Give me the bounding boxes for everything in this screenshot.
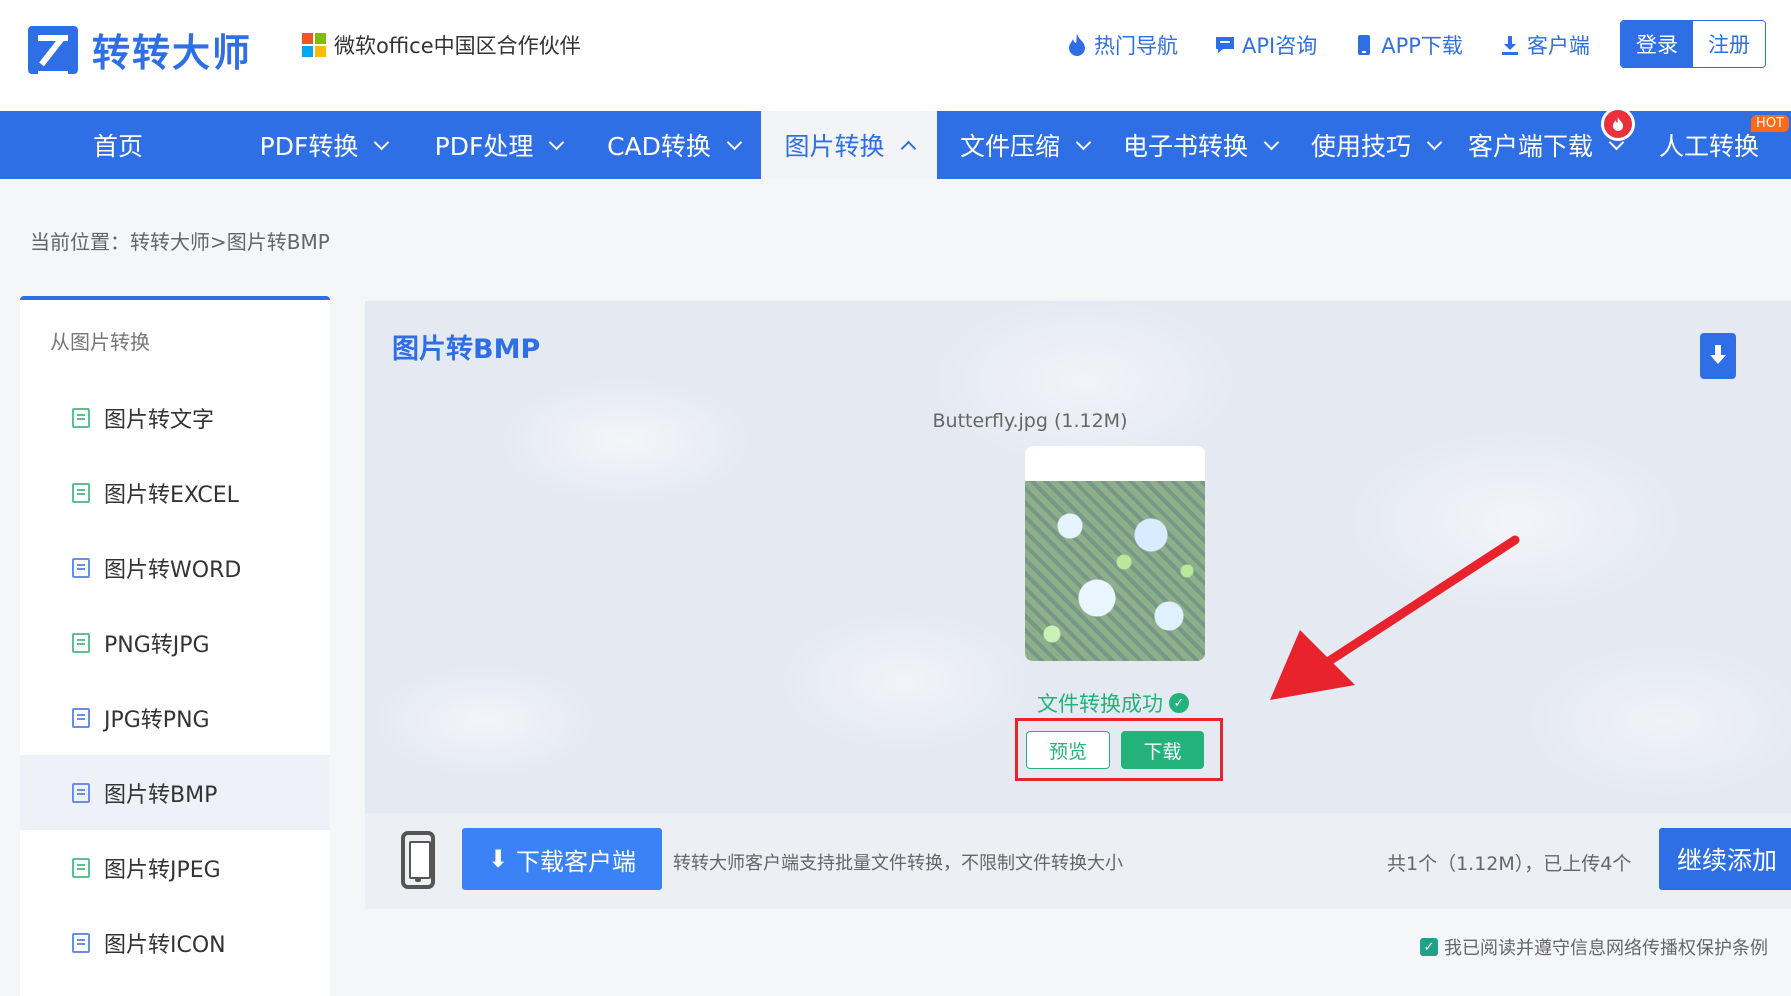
main-nav: 首页 PDF转换 PDF处理 CAD转换 图片转换 文件压缩 电子书转换 使用技…	[0, 107, 1791, 179]
image-file-icon	[72, 782, 90, 803]
sidebar-item-image-to-jpeg[interactable]: 图片转JPEG	[20, 830, 330, 905]
nav-pdf-process[interactable]: PDF处理	[411, 111, 586, 179]
agreement[interactable]: ✓ 我已阅读并遵守信息网络传播权保护条例	[1420, 934, 1768, 960]
nav-cad-convert[interactable]: CAD转换	[586, 111, 761, 179]
nav-ebook-convert[interactable]: 电子书转换	[1112, 111, 1288, 179]
logo-text: 转转大师	[92, 31, 253, 75]
nav-file-compress[interactable]: 文件压缩	[937, 111, 1112, 179]
preview-button[interactable]: 预览	[1026, 731, 1110, 769]
checkbox-checked-icon[interactable]: ✓	[1420, 938, 1438, 956]
chevron-down-icon	[726, 134, 743, 150]
chevron-down-icon	[374, 134, 390, 150]
register-button[interactable]: 注册	[1693, 21, 1765, 67]
word-file-icon	[72, 557, 90, 578]
sidebar-item-image-to-bmp[interactable]: 图片转BMP	[20, 755, 330, 830]
site-logo[interactable]: 转转大师	[28, 22, 252, 77]
mobile-phone-icon	[401, 831, 435, 889]
butterfly-image	[1025, 481, 1205, 661]
nav-manual-convert[interactable]: 人工转换 HOT	[1627, 111, 1791, 179]
chevron-down-icon	[1426, 134, 1443, 150]
download-button[interactable]: 下载	[1121, 731, 1204, 769]
add-more-button[interactable]: 继续添加	[1659, 828, 1791, 890]
logo-mark-icon	[28, 25, 78, 77]
image-file-icon	[72, 632, 90, 653]
top-links: 热门导航 API咨询 APP下载 客户端	[1030, 30, 1590, 60]
partner-text: 微软office中国区合作伙伴	[334, 34, 581, 58]
check-circle-icon: ✓	[1169, 693, 1189, 713]
file-count: 共1个（1.12M），已上传4个	[1387, 853, 1632, 875]
nav-image-convert[interactable]: 图片转换	[761, 111, 937, 179]
breadcrumb: 当前位置：转转大师>图片转BMP	[30, 230, 330, 254]
image-file-icon	[72, 857, 90, 878]
hot-nav-link[interactable]: 热门导航	[1066, 30, 1178, 60]
image-file-icon	[72, 707, 90, 728]
auth-buttons: 登录 注册	[1620, 20, 1766, 68]
nav-client-download[interactable]: 客户端下载	[1463, 107, 1635, 179]
sidebar-heading: 从图片转换	[50, 330, 150, 354]
partner-badge: 微软office中国区合作伙伴	[302, 30, 581, 60]
top-header: 转转大师 微软office中国区合作伙伴 热门导航 API咨询 APP下载 客户…	[0, 0, 1791, 111]
chevron-down-icon	[549, 134, 565, 150]
hot-badge: HOT	[1751, 115, 1789, 132]
chevron-down-icon	[1075, 134, 1092, 150]
conversion-success: 文件转换成功 ✓	[1037, 688, 1189, 718]
download-icon	[1499, 34, 1521, 56]
red-arrow-annotation	[1270, 535, 1520, 700]
download-arrow-icon: ⬇	[487, 845, 509, 873]
nav-tips[interactable]: 使用技巧	[1288, 111, 1463, 179]
api-consult-link[interactable]: API咨询	[1214, 30, 1317, 60]
fire-icon	[1066, 34, 1088, 56]
client-link[interactable]: 客户端	[1499, 30, 1590, 60]
nav-pdf-convert[interactable]: PDF转换	[236, 111, 411, 179]
sidebar-item-png-to-jpg[interactable]: PNG转JPG	[20, 605, 330, 680]
login-button[interactable]: 登录	[1621, 21, 1693, 67]
phone-icon	[1353, 34, 1375, 56]
sidebar-item-jpg-to-png[interactable]: JPG转PNG	[20, 680, 330, 755]
chevron-up-icon	[900, 140, 916, 156]
app-download-link[interactable]: APP下载	[1353, 30, 1463, 60]
chevron-down-icon	[1263, 134, 1280, 150]
chat-icon	[1214, 34, 1236, 56]
sidebar-item-image-to-text[interactable]: 图片转文字	[20, 380, 330, 455]
download-all-icon[interactable]	[1700, 333, 1736, 379]
file-thumbnail	[1025, 446, 1205, 661]
nav-home[interactable]: 首页	[0, 111, 236, 179]
bottom-bar: ⬇ 下载客户端 转转大师客户端支持批量文件转换，不限制文件转换大小 共1个（1.…	[365, 813, 1791, 909]
image-file-icon	[72, 932, 90, 953]
client-tip: 转转大师客户端支持批量文件转换，不限制文件转换大小	[673, 853, 1123, 874]
microsoft-logo-icon	[302, 33, 326, 57]
sidebar-item-image-to-icon[interactable]: 图片转ICON	[20, 905, 330, 980]
download-client-button[interactable]: ⬇ 下载客户端	[462, 828, 662, 890]
sidebar-item-image-to-word[interactable]: 图片转WORD	[20, 530, 330, 605]
sidebar: 从图片转换 图片转文字 图片转EXCEL 图片转WORD PNG转JPG JPG…	[20, 296, 330, 996]
sidebar-item-image-to-excel[interactable]: 图片转EXCEL	[20, 455, 330, 530]
file-name: Butterfly.jpg (1.12M)	[932, 410, 1128, 432]
excel-file-icon	[72, 482, 90, 503]
image-file-icon	[72, 407, 90, 428]
page-title: 图片转BMP	[392, 334, 541, 365]
